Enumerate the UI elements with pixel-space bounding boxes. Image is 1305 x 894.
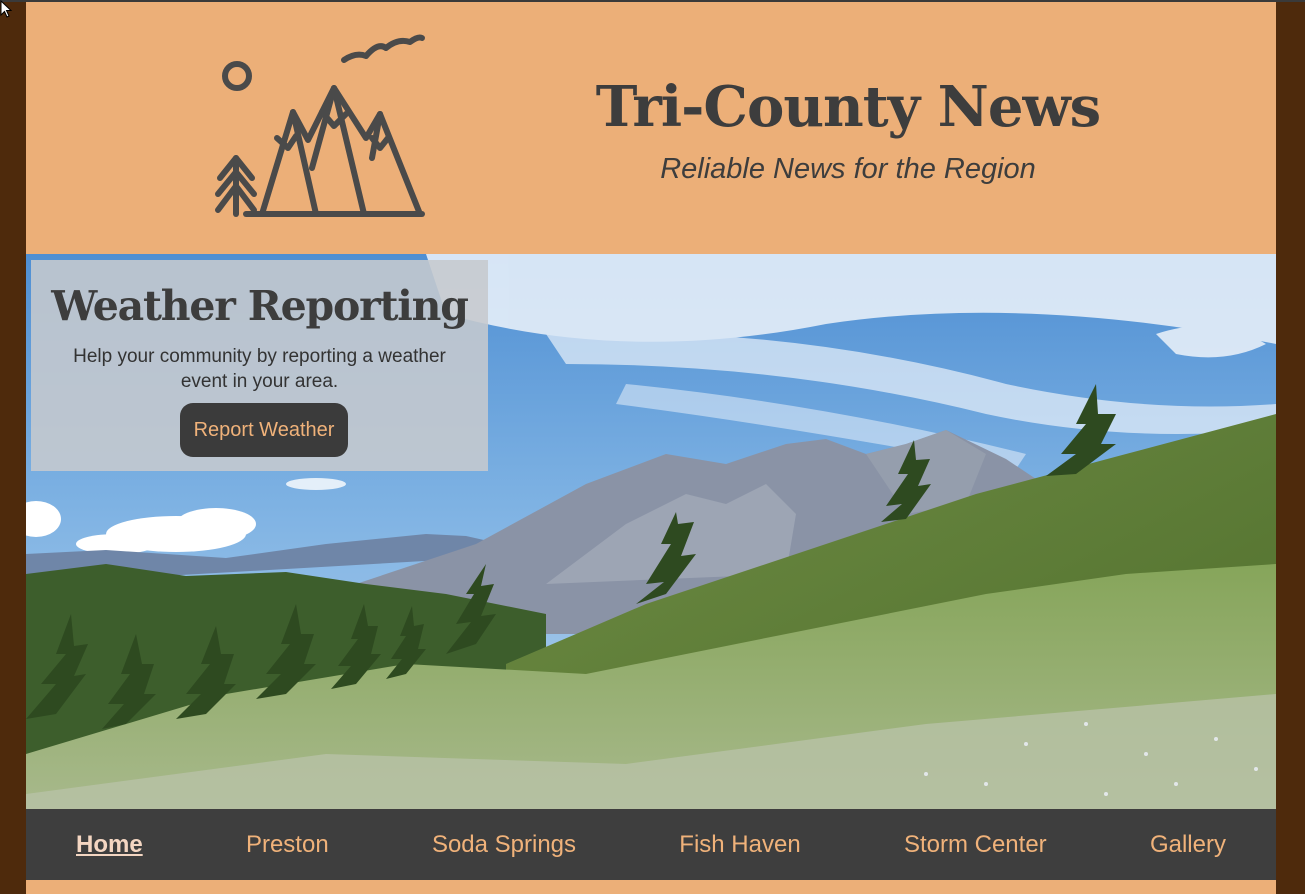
mountain-logo-icon[interactable] bbox=[214, 28, 430, 220]
site-title: Tri-County News bbox=[595, 74, 1101, 140]
hero-banner: Weather Reporting Help your community by… bbox=[26, 254, 1276, 810]
page-container: Tri-County News Reliable News for the Re… bbox=[26, 2, 1276, 894]
nav-item-fish-haven[interactable]: Fish Haven bbox=[679, 831, 800, 859]
main-navigation: Home Preston Soda Springs Fish Haven Sto… bbox=[26, 809, 1276, 880]
nav-item-home[interactable]: Home bbox=[76, 831, 143, 859]
weather-reporting-description: Help your community by reporting a weath… bbox=[73, 346, 446, 392]
nav-item-preston[interactable]: Preston bbox=[246, 831, 329, 859]
site-header: Tri-County News Reliable News for the Re… bbox=[26, 2, 1276, 254]
nav-item-soda-springs[interactable]: Soda Springs bbox=[432, 831, 576, 859]
report-weather-button[interactable]: Report Weather bbox=[180, 403, 348, 457]
nav-item-storm-center[interactable]: Storm Center bbox=[904, 831, 1047, 859]
site-tagline: Reliable News for the Region bbox=[660, 153, 1036, 185]
footer-strip bbox=[26, 880, 1276, 894]
weather-reporting-title: Weather Reporting bbox=[51, 282, 469, 330]
nav-item-gallery[interactable]: Gallery bbox=[1150, 831, 1226, 859]
mouse-cursor-icon bbox=[0, 0, 13, 18]
weather-reporting-card: Weather Reporting Help your community by… bbox=[31, 260, 488, 471]
